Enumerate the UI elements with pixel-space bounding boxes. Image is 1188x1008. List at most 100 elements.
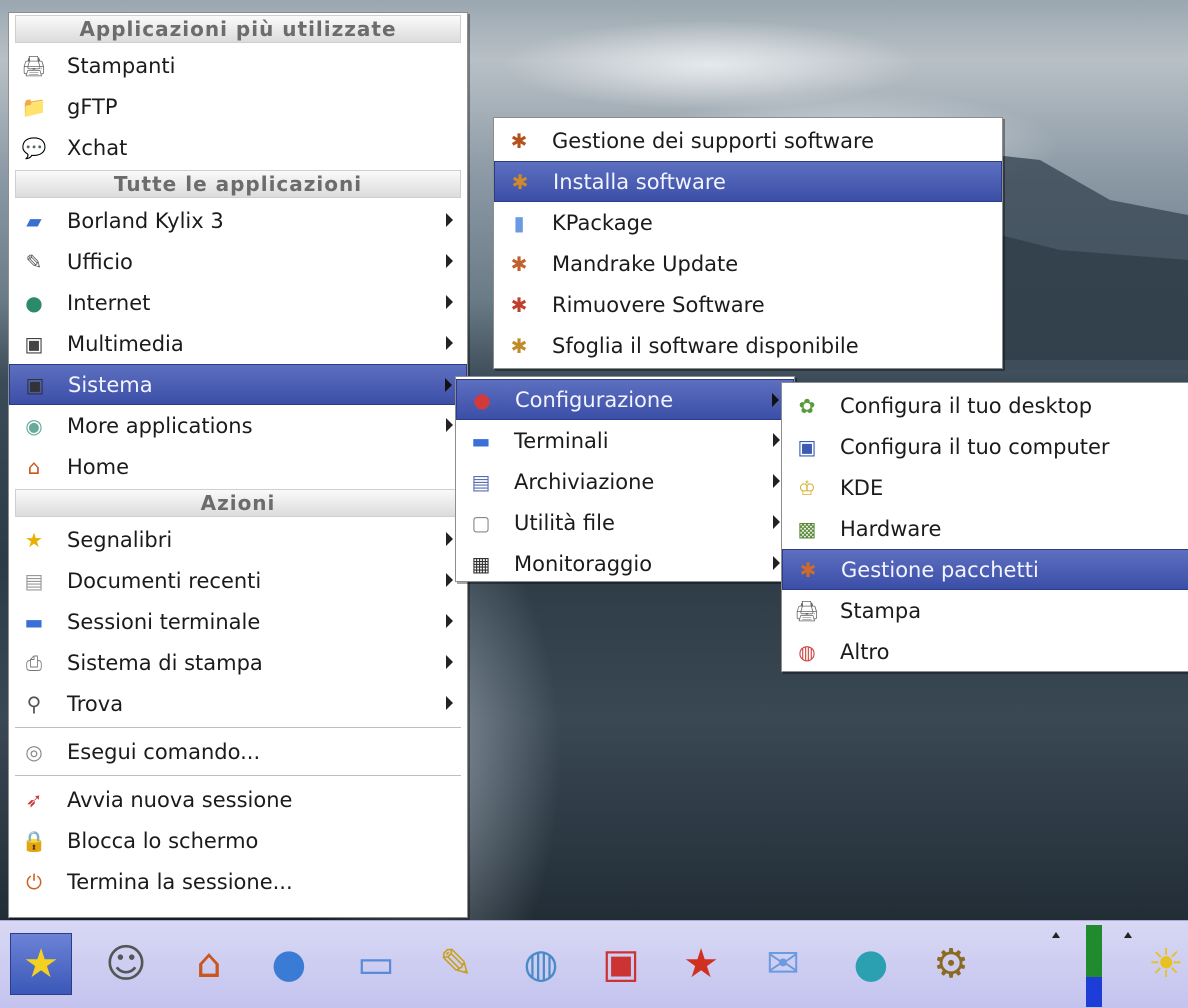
configurazione-submenu: ✿ Configura il tuo desktop ▣ Configura il t… [781,382,1188,672]
sistema-item-utilita-file[interactable]: ▢ Utilità file [456,502,794,543]
config-item-gestione-pacchetti[interactable]: ✱ Gestione pacchetti [782,549,1188,590]
home-icon: ⌂ [196,941,222,987]
menu-item-gftp[interactable]: 📁 gFTP [9,86,467,127]
menu-item-trova[interactable]: ⚲ Trova [9,683,467,724]
menu-item-label: More applications [67,413,253,438]
config-item-hardware[interactable]: ▩ Hardware [782,508,1188,549]
archive-icon: ▤ [471,469,491,494]
submenu-arrow-icon [446,336,453,350]
sistema-item-monitoraggio[interactable]: ▦ Monitoraggio [456,543,794,584]
menu-item-label: Borland Kylix 3 [67,208,224,233]
desktop-pager[interactable] [1086,977,1102,1007]
file-utility-icon: ▢ [471,510,491,535]
menu-item-documenti-recenti[interactable]: ▤ Documenti recenti [9,560,467,601]
software-item-installa-software[interactable]: ✱ Installa software [494,161,1002,202]
software-item-mandrake-update[interactable]: ✱ Mandrake Update [494,243,1002,284]
taskbar-mail-button[interactable]: ✉ [752,933,814,995]
applet-handle-icon[interactable] [1052,932,1060,938]
taskbar-weather-sun-button[interactable]: ☀ [1135,933,1188,995]
frequent-apps-list: 🖨 Stampanti 📁 gFTP 💬 Xchat [9,45,467,168]
config-item-configura-il-tuo-desktop[interactable]: ✿ Configura il tuo desktop [782,385,1188,426]
config-item-altro[interactable]: ◍ Altro [782,631,1188,672]
taskbar-window-button[interactable]: ▭ [345,933,407,995]
menu-item-segnalibri[interactable]: ★ Segnalibri [9,519,467,560]
taskbar-red-star-button[interactable]: ★ [670,933,732,995]
lock-screen-icon: 🔒 [21,828,47,853]
applet-handle-icon[interactable] [1124,932,1132,938]
sistema-item-label: Configurazione [515,387,674,412]
submenu-arrow-icon [446,696,453,710]
submenu-arrow-icon [445,378,452,392]
monitor-icon: ▦ [471,551,491,576]
software-list: ✱ Gestione dei supporti software ✱ Installa… [494,120,1002,366]
software-item-kpackage[interactable]: ▮ KPackage [494,202,1002,243]
configurazione-list: ✿ Configura il tuo desktop ▣ Configura il t… [782,385,1188,672]
sistema-item-configurazione[interactable]: ● Configurazione [456,379,794,420]
submenu-arrow-icon [446,418,453,432]
taskbar-blue-drive-button[interactable]: ● [258,933,320,995]
config-item-kde[interactable]: ♔ KDE [782,467,1188,508]
install-software-icon: ✱ [511,169,529,194]
config-item-stampa[interactable]: 🖨 Stampa [782,590,1188,631]
taskbar-network-globe-button[interactable]: ◍ [510,933,572,995]
computer-monitor-icon: ▣ [602,941,640,987]
menu-item-xchat[interactable]: 💬 Xchat [9,127,467,168]
menu-item-label: Termina la sessione... [67,869,293,894]
config-item-label: Gestione pacchetti [841,557,1039,582]
computer-config-icon: ▣ [797,434,817,459]
menu-item-home[interactable]: ⌂ Home [9,446,467,487]
sistema-item-label: Utilità file [514,510,615,535]
menu-item-sistema[interactable]: ▣ Sistema [9,364,467,405]
desktop-pager-active[interactable] [1086,925,1102,977]
menu-item-termina-la-sessione[interactable]: ⏻ Termina la sessione... [9,861,467,902]
config-item-label: Configura il tuo computer [840,434,1110,459]
menu-item-ufficio[interactable]: ✎ Ufficio [9,241,467,282]
software-item-sfoglia-il-software-disponibile[interactable]: ✱ Sfoglia il software disponibile [494,325,1002,366]
menu-item-label: Sistema di stampa [67,650,263,675]
sistema-item-terminali[interactable]: ▬ Terminali [456,420,794,461]
menu-item-label: Internet [67,290,151,315]
software-item-rimuovere-software[interactable]: ✱ Rimuovere Software [494,284,1002,325]
star-menu-icon: ★ [23,941,59,987]
menu-item-esegui-comando[interactable]: ◎ Esegui comando... [9,731,467,772]
user-tools-icon: ☺ [105,941,147,987]
menu-item-label: Xchat [67,135,128,160]
taskbar-home-button[interactable]: ⌂ [178,933,240,995]
config-item-label: Stampa [840,598,922,623]
menu-item-stampanti[interactable]: 🖨 Stampanti [9,45,467,86]
sistema-item-archiviazione[interactable]: ▤ Archiviazione [456,461,794,502]
printer-icon: 🖨 [21,53,47,78]
config-item-configura-il-tuo-computer[interactable]: ▣ Configura il tuo computer [782,426,1188,467]
sistema-item-label: Terminali [514,428,609,453]
menu-item-avvia-nuova-sessione[interactable]: ➶ Avvia nuova sessione [9,779,467,820]
menu-item-blocca-lo-schermo[interactable]: 🔒 Blocca lo schermo [9,820,467,861]
menu-item-label: gFTP [67,94,118,119]
section-header-frequent: Applicazioni più utilizzate [15,15,461,43]
terminal-icon: ▬ [24,609,44,634]
taskbar-star-menu-button[interactable]: ★ [10,933,72,995]
taskbar-computer-monitor-button[interactable]: ▣ [590,933,652,995]
red-star-icon: ★ [683,941,719,987]
terminal-icon: ▬ [471,428,491,453]
menu-item-more-applications[interactable]: ◉ More applications [9,405,467,446]
menu-item-borland-kylix-3[interactable]: ▰ Borland Kylix 3 [9,200,467,241]
menu-item-label: Ufficio [67,249,133,274]
submenu-arrow-icon [446,532,453,546]
config-item-label: KDE [840,475,884,500]
menu-item-label: Stampanti [67,53,176,78]
taskbar-gear-circle-button[interactable]: ⚙ [920,933,982,995]
submenu-arrow-icon [773,433,780,447]
taskbar-earth-button[interactable]: ● [840,933,902,995]
software-item-gestione-dei-supporti-software[interactable]: ✱ Gestione dei supporti software [494,120,1002,161]
earth-icon: ● [853,941,889,987]
submenu-arrow-icon [446,655,453,669]
taskbar-text-editor-button[interactable]: ✎ [425,933,487,995]
update-icon: ✱ [510,251,528,276]
menu-item-sessioni-terminale[interactable]: ▬ Sessioni terminale [9,601,467,642]
menu-item-sistema-di-stampa[interactable]: ⎙ Sistema di stampa [9,642,467,683]
section-header-actions: Azioni [15,489,461,517]
menu-item-multimedia[interactable]: ▣ Multimedia [9,323,467,364]
sistema-submenu: ● Configurazione ▬ Terminali ▤ Archiviazione ▢… [455,376,795,582]
menu-item-internet[interactable]: ● Internet [9,282,467,323]
taskbar-user-tools-button[interactable]: ☺ [95,933,157,995]
